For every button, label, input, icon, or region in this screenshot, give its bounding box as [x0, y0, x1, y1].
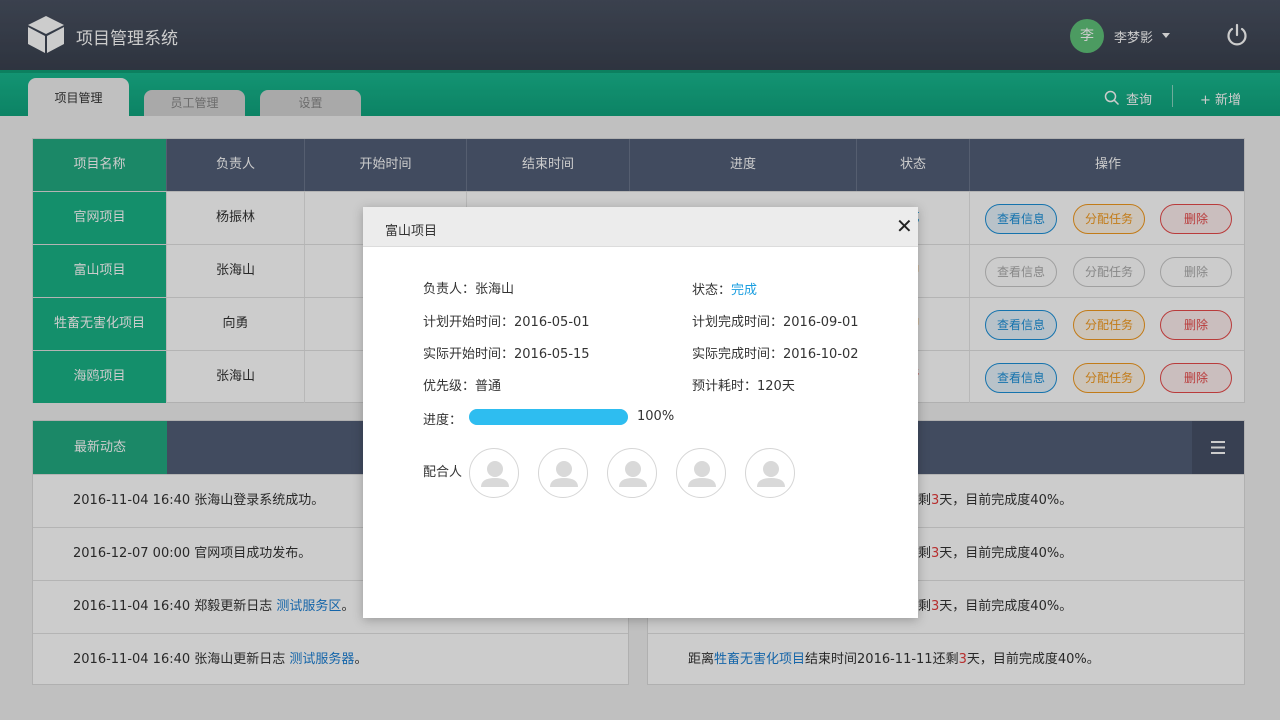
actual-start-field: 实际开始时间：2016-05-15: [423, 347, 590, 362]
status-field: 状态：完成: [692, 283, 758, 298]
collaborator-avatar-icon[interactable]: [676, 448, 726, 498]
progress-bar: [469, 409, 628, 425]
collaborator-avatar-icon[interactable]: [469, 448, 519, 498]
collaborator-avatar-icon[interactable]: [607, 448, 657, 498]
progress-fill: [469, 409, 628, 425]
progress-text: 100%: [637, 409, 675, 424]
progress-label: 进度：: [423, 413, 463, 428]
plan-end-field: 计划完成时间：2016-09-01: [692, 315, 859, 330]
collaborators-label: 配合人: [423, 465, 463, 480]
estimate-field: 预计耗时：120天: [692, 379, 795, 394]
priority-field: 优先级：普通: [423, 379, 502, 394]
collaborator-avatar-icon[interactable]: [745, 448, 795, 498]
collaborator-avatar-icon[interactable]: [538, 448, 588, 498]
owner-field: 负责人：张海山: [423, 282, 515, 297]
close-icon[interactable]: ✕: [896, 216, 913, 236]
status-value: 完成: [731, 283, 758, 298]
modal-header: 富山项目 ✕: [363, 207, 918, 247]
modal-title: 富山项目: [385, 224, 438, 239]
actual-end-field: 实际完成时间：2016-10-02: [692, 347, 859, 362]
plan-start-field: 计划开始时间：2016-05-01: [423, 315, 590, 330]
project-detail-modal: 富山项目 ✕ 负责人：张海山 状态：完成 计划开始时间：2016-05-01 计…: [363, 207, 918, 618]
